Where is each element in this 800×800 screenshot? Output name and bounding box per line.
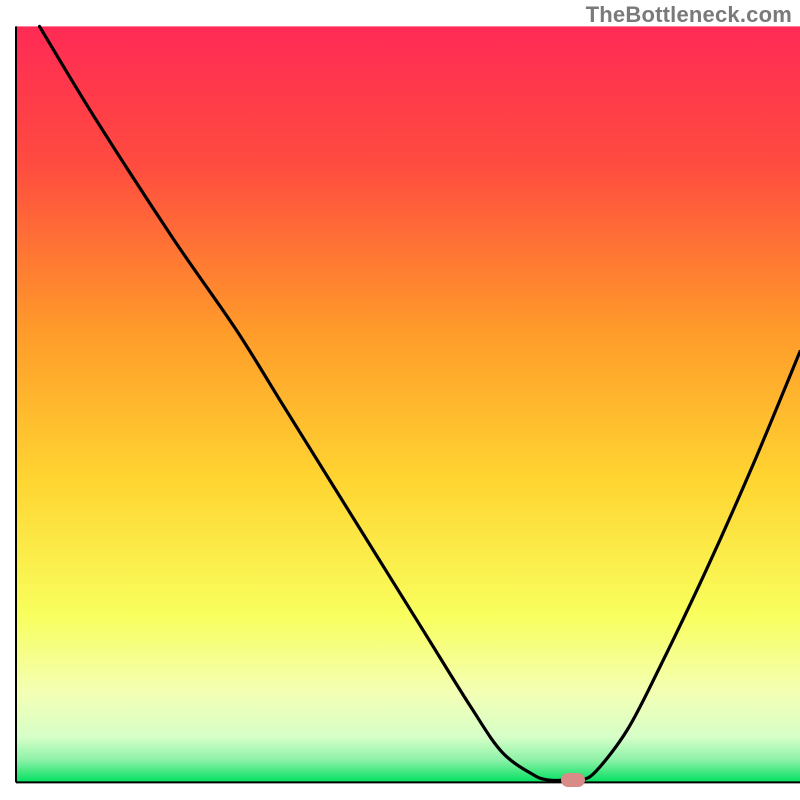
watermark-text: TheBottleneck.com <box>586 2 792 28</box>
optimum-marker <box>561 773 585 787</box>
plot-canvas <box>0 0 800 800</box>
gradient-background <box>16 26 800 782</box>
chart-container: TheBottleneck.com <box>0 0 800 800</box>
